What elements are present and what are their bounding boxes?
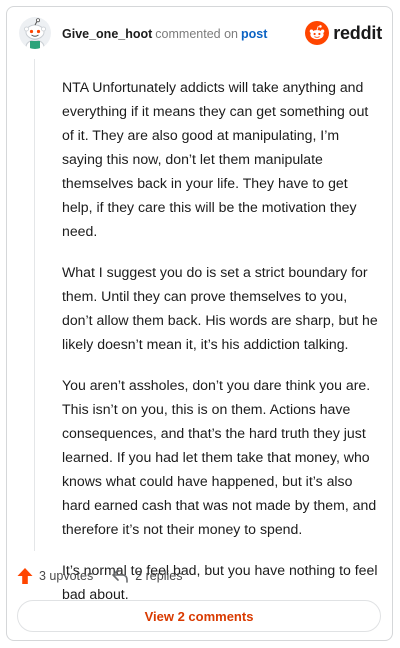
comment-paragraph: NTA Unfortunately addicts will take anyt… xyxy=(62,79,369,239)
upvote-button[interactable]: 3 upvotes xyxy=(17,567,93,585)
reddit-snoo-avatar-icon[interactable] xyxy=(19,17,51,49)
reddit-wordmark: reddit xyxy=(333,22,382,43)
comment-body: NTA Unfortunately addicts will take anyt… xyxy=(62,75,378,623)
comment-paragraph: You aren’t assholes, don’t you dare thin… xyxy=(62,377,377,537)
comment-card: Give_one_hoot commented on post reddit NTA… xyxy=(6,6,393,641)
thread-line xyxy=(34,59,35,551)
reply-count: 2 replies xyxy=(135,569,183,583)
comment-byline: Give_one_hoot commented on post xyxy=(62,27,267,41)
post-link[interactable]: post xyxy=(241,27,267,41)
comment-header: Give_one_hoot commented on post reddit xyxy=(7,7,392,59)
upvote-arrow-icon xyxy=(17,568,33,584)
reddit-brand[interactable]: reddit xyxy=(305,21,382,45)
upvote-count: 3 upvotes xyxy=(39,569,94,583)
reddit-logo-icon xyxy=(305,21,330,45)
username-link[interactable]: Give_one_hoot xyxy=(62,27,152,41)
view-comments-button[interactable]: View 2 comments xyxy=(17,600,381,632)
comment-paragraph: What I suggest you do is set a strict bo… xyxy=(62,264,378,352)
comment-actions: 3 upvotes 2 replies xyxy=(17,565,182,587)
replies-button[interactable]: 2 replies xyxy=(111,568,182,584)
commented-on-text: commented on xyxy=(155,27,238,41)
reply-arrow-icon xyxy=(112,569,129,583)
